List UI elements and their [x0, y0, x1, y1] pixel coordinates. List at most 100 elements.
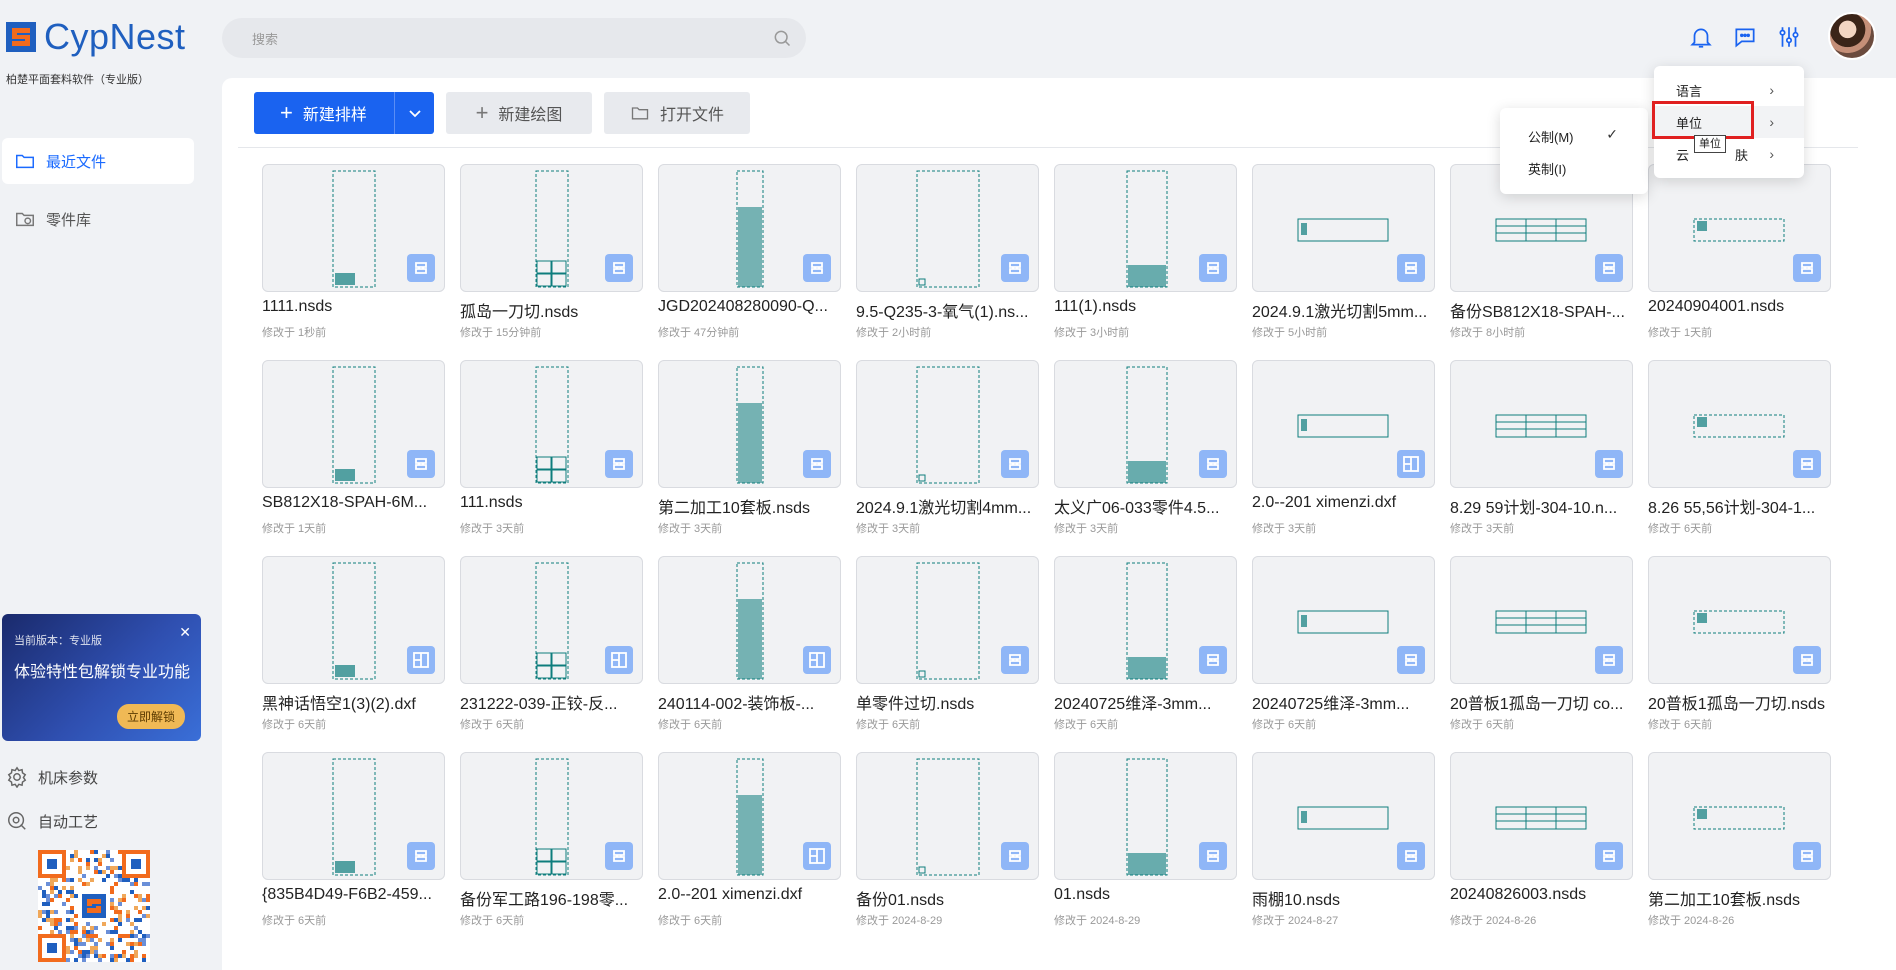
file-name[interactable]: 240114-002-装饰板-... — [658, 690, 841, 714]
file-thumbnail[interactable] — [262, 164, 445, 292]
new-drawing-button[interactable]: + 新建绘图 — [446, 92, 592, 134]
file-card[interactable]: 20240904001.nsds 修改于 1天前 — [1648, 164, 1831, 360]
file-thumbnail[interactable] — [856, 752, 1039, 880]
file-thumbnail[interactable] — [1054, 360, 1237, 488]
chat-icon[interactable] — [1732, 24, 1758, 50]
sidebar-item-auto-process[interactable]: 自动工艺 — [6, 810, 98, 832]
file-name[interactable]: 20240904001.nsds — [1648, 298, 1831, 316]
file-thumbnail[interactable] — [658, 360, 841, 488]
unit-metric-option[interactable]: 公制(M) ✓ — [1500, 120, 1648, 152]
file-thumbnail[interactable] — [658, 556, 841, 684]
file-card[interactable]: 单零件过切.nsds 修改于 6天前 — [856, 556, 1039, 752]
file-card[interactable]: 2.0--201 ximenzi.dxf 修改于 3天前 — [1252, 360, 1435, 556]
file-name[interactable]: 第二加工10套板.nsds — [1648, 886, 1831, 910]
file-card[interactable]: {835B4D49-F6B2-459... 修改于 6天前 — [262, 752, 445, 948]
file-card[interactable]: 备份军工路196-198零... 修改于 6天前 — [460, 752, 643, 948]
file-card[interactable]: SB812X18-SPAH-6M... 修改于 1天前 — [262, 360, 445, 556]
file-name[interactable]: 9.5-Q235-3-氧气(1).ns... — [856, 298, 1039, 322]
file-card[interactable]: 8.29 59计划-304-10.n... 修改于 3天前 — [1450, 360, 1633, 556]
file-name[interactable]: SB812X18-SPAH-6M... — [262, 494, 445, 512]
file-card[interactable]: 8.26 55,56计划-304-1... 修改于 6天前 — [1648, 360, 1831, 556]
file-name[interactable]: {835B4D49-F6B2-459... — [262, 886, 445, 904]
file-thumbnail[interactable] — [262, 752, 445, 880]
settings-sliders-icon[interactable] — [1776, 24, 1802, 50]
close-icon[interactable]: ✕ — [179, 624, 191, 641]
file-thumbnail[interactable] — [856, 164, 1039, 292]
file-thumbnail[interactable] — [1054, 752, 1237, 880]
file-name[interactable]: 20240826003.nsds — [1450, 886, 1633, 904]
file-card[interactable]: 第二加工10套板.nsds 修改于 3天前 — [658, 360, 841, 556]
file-thumbnail[interactable] — [856, 360, 1039, 488]
file-card[interactable]: 231222-039-正铰-反... 修改于 6天前 — [460, 556, 643, 752]
file-name[interactable]: JGD202408280090-Q... — [658, 298, 841, 316]
file-thumbnail[interactable] — [1450, 556, 1633, 684]
file-name[interactable]: 备份军工路196-198零... — [460, 886, 643, 910]
file-name[interactable]: 太义广06-033零件4.5... — [1054, 494, 1237, 518]
file-thumbnail[interactable] — [1648, 164, 1831, 292]
file-name[interactable]: 111(1).nsds — [1054, 298, 1237, 316]
file-name[interactable]: 2024.9.1激光切割5mm... — [1252, 298, 1435, 322]
file-card[interactable]: 9.5-Q235-3-氧气(1).ns... 修改于 2小时前 — [856, 164, 1039, 360]
file-name[interactable]: 2.0--201 ximenzi.dxf — [658, 886, 841, 904]
file-thumbnail[interactable] — [460, 752, 643, 880]
upgrade-promo-card[interactable]: 当前版本：专业版 体验特性包解锁专业功能 ✕ 立即解锁 — [2, 614, 201, 741]
file-name[interactable]: 2.0--201 ximenzi.dxf — [1252, 494, 1435, 512]
unlock-button[interactable]: 立即解锁 — [116, 704, 185, 729]
file-name[interactable]: 8.26 55,56计划-304-1... — [1648, 494, 1831, 518]
file-card[interactable]: JGD202408280090-Q... 修改于 47分钟前 — [658, 164, 841, 360]
bell-icon[interactable] — [1688, 24, 1714, 50]
file-name[interactable]: 雨棚10.nsds — [1252, 886, 1435, 910]
avatar[interactable] — [1828, 12, 1876, 60]
file-thumbnail[interactable] — [1648, 556, 1831, 684]
file-name[interactable]: 20普板1孤岛一刀切 co... — [1450, 690, 1633, 714]
file-card[interactable]: 1111.nsds 修改于 1秒前 — [262, 164, 445, 360]
open-file-button[interactable]: 打开文件 — [604, 92, 750, 134]
file-card[interactable]: 111(1).nsds 修改于 3小时前 — [1054, 164, 1237, 360]
file-thumbnail[interactable] — [658, 164, 841, 292]
file-name[interactable]: 20240725维泽-3mm... — [1054, 690, 1237, 714]
file-card[interactable]: 20240725维泽-3mm... 修改于 6天前 — [1054, 556, 1237, 752]
file-card[interactable]: 黑神话悟空1(3)(2).dxf 修改于 6天前 — [262, 556, 445, 752]
file-thumbnail[interactable] — [1252, 164, 1435, 292]
file-name[interactable]: 备份01.nsds — [856, 886, 1039, 910]
file-thumbnail[interactable] — [1648, 752, 1831, 880]
file-card[interactable]: 2.0--201 ximenzi.dxf 修改于 6天前 — [658, 752, 841, 948]
file-card[interactable]: 01.nsds 修改于 2024-8-29 — [1054, 752, 1237, 948]
file-thumbnail[interactable] — [1054, 164, 1237, 292]
file-card[interactable]: 111.nsds 修改于 3天前 — [460, 360, 643, 556]
file-name[interactable]: 1111.nsds — [262, 298, 445, 316]
file-card[interactable]: 2024.9.1激光切割4mm... 修改于 3天前 — [856, 360, 1039, 556]
file-card[interactable]: 2024.9.1激光切割5mm... 修改于 5小时前 — [1252, 164, 1435, 360]
file-thumbnail[interactable] — [460, 360, 643, 488]
search-input[interactable]: 搜索 — [222, 18, 806, 58]
file-thumbnail[interactable] — [460, 164, 643, 292]
file-card[interactable]: 孤岛一刀切.nsds 修改于 15分钟前 — [460, 164, 643, 360]
new-nest-button[interactable]: + 新建排样 — [254, 92, 434, 134]
sidebar-item-recent-files[interactable]: 最近文件 — [2, 138, 194, 184]
file-name[interactable]: 黑神话悟空1(3)(2).dxf — [262, 690, 445, 714]
file-card[interactable]: 太义广06-033零件4.5... 修改于 3天前 — [1054, 360, 1237, 556]
file-thumbnail[interactable] — [1252, 752, 1435, 880]
file-thumbnail[interactable] — [460, 556, 643, 684]
file-thumbnail[interactable] — [1648, 360, 1831, 488]
file-name[interactable]: 20240725维泽-3mm... — [1252, 690, 1435, 714]
file-thumbnail[interactable] — [262, 360, 445, 488]
file-thumbnail[interactable] — [262, 556, 445, 684]
file-thumbnail[interactable] — [1450, 360, 1633, 488]
file-name[interactable]: 8.29 59计划-304-10.n... — [1450, 494, 1633, 518]
unit-imperial-option[interactable]: 英制(I) — [1500, 152, 1648, 184]
file-name[interactable]: 第二加工10套板.nsds — [658, 494, 841, 518]
file-card[interactable]: 20普板1孤岛一刀切 co... 修改于 6天前 — [1450, 556, 1633, 752]
new-nest-dropdown[interactable] — [394, 92, 434, 134]
file-name[interactable]: 20普板1孤岛一刀切.nsds — [1648, 690, 1831, 714]
file-name[interactable]: 231222-039-正铰-反... — [460, 690, 643, 714]
file-name[interactable]: 111.nsds — [460, 494, 643, 512]
file-card[interactable]: 备份01.nsds 修改于 2024-8-29 — [856, 752, 1039, 948]
file-card[interactable]: 20普板1孤岛一刀切.nsds 修改于 6天前 — [1648, 556, 1831, 752]
file-card[interactable]: 20240725维泽-3mm... 修改于 6天前 — [1252, 556, 1435, 752]
file-thumbnail[interactable] — [856, 556, 1039, 684]
sidebar-item-part-library[interactable]: 零件库 — [2, 196, 194, 242]
file-card[interactable]: 第二加工10套板.nsds 修改于 2024-8-26 — [1648, 752, 1831, 948]
file-thumbnail[interactable] — [1252, 360, 1435, 488]
file-card[interactable]: 雨棚10.nsds 修改于 2024-8-27 — [1252, 752, 1435, 948]
